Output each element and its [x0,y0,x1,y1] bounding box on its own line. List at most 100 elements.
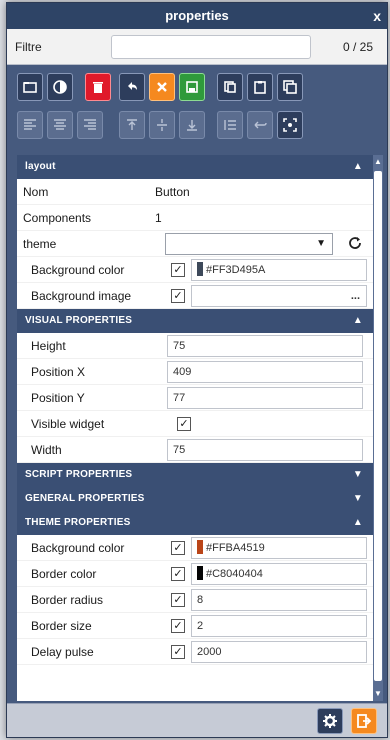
border-color-checkbox[interactable]: ✓ [171,567,185,581]
cancel-button[interactable] [149,73,175,101]
delay-pulse-value: 2000 [197,646,222,658]
wrap-button[interactable] [247,111,273,139]
prop-value: Button [155,185,190,199]
prop-row-border-radius: Border radius ✓ 8 [17,587,373,613]
section-layout-header[interactable]: layout ▲ [17,155,373,179]
prop-label: Position X [31,365,86,379]
section-theme-title: THEME PROPERTIES [25,517,131,528]
chevron-down-icon: ▼ [352,493,363,504]
contrast-button[interactable] [47,73,73,101]
exit-button[interactable] [351,708,377,734]
prop-label: Background color [31,541,125,555]
delay-pulse-checkbox[interactable]: ✓ [171,645,185,659]
duplicate-button[interactable] [277,73,303,101]
open-folder-button[interactable] [17,73,43,101]
chevron-up-icon: ▲ [352,315,363,326]
border-size-input[interactable]: 2 [191,615,367,637]
prop-label: Height [31,339,66,353]
bgimage-checkbox[interactable]: ✓ [171,289,185,303]
bgcolor-value: #FF3D495A [206,264,266,276]
cancel-icon [157,82,167,92]
scroll-down-icon[interactable]: ▼ [374,689,382,699]
prop-label: Border radius [31,593,104,607]
exit-icon [357,714,372,728]
toolbar-primary [7,73,387,103]
border-size-value: 2 [197,620,204,632]
theme-select[interactable]: ▼ [165,233,333,255]
align-center-button[interactable] [47,111,73,139]
more-icon[interactable]: ... [351,286,360,306]
toolbar-alignment [7,111,387,141]
delete-icon [93,82,103,93]
section-theme-header[interactable]: THEME PROPERTIES ▲ [17,511,373,535]
chevron-up-icon: ▲ [352,517,363,528]
section-script-header[interactable]: SCRIPT PROPERTIES ▼ [17,463,373,487]
align-left-button[interactable] [17,111,43,139]
align-middle-button[interactable] [149,111,175,139]
theme-bgcolor-checkbox[interactable]: ✓ [171,541,185,555]
width-input[interactable]: 75 [167,439,363,461]
copy-icon [224,81,236,93]
delay-pulse-input[interactable]: 2000 [191,641,367,663]
section-general-header[interactable]: GENERAL PROPERTIES ▼ [17,487,373,511]
color-swatch [197,566,203,580]
border-radius-checkbox[interactable]: ✓ [171,593,185,607]
filter-input[interactable] [111,35,311,59]
scroll-up-icon[interactable]: ▲ [374,157,382,167]
chevron-up-icon: ▲ [352,161,363,172]
position-x-input[interactable]: 409 [167,361,363,383]
chevron-down-icon: ▼ [316,238,326,249]
border-size-checkbox[interactable]: ✓ [171,619,185,633]
close-icon[interactable]: x [373,3,381,29]
undo-button[interactable] [119,73,145,101]
undo-icon [128,82,137,90]
width-value: 75 [173,444,186,456]
theme-bgcolor-field[interactable]: #FFBA4519 [191,537,367,559]
section-visual-title: VISUAL PROPERTIES [25,315,133,326]
border-radius-value: 8 [197,594,204,606]
prop-label: Delay pulse [31,645,94,659]
align-right-icon [84,119,96,130]
align-right-button[interactable] [77,111,103,139]
filter-count: 0 / 25 [342,40,373,54]
position-y-input[interactable]: 77 [167,387,363,409]
title-bar: properties x [7,3,387,29]
contrast-icon [53,80,67,94]
bgcolor-field[interactable]: #FF3D495A [191,259,367,281]
theme-bgcolor-value: #FFBA4519 [206,542,265,554]
copy-button[interactable] [217,73,243,101]
border-radius-input[interactable]: 8 [191,589,367,611]
prop-label: Nom [23,185,49,199]
paste-button[interactable] [247,73,273,101]
color-swatch [197,540,203,554]
property-panel: layout ▲ Nom Button Components 1 theme ▼… [17,155,373,701]
prop-row-height: Height 75 [17,333,373,359]
chevron-down-icon: ▼ [352,469,363,480]
save-button[interactable] [179,73,205,101]
visible-checkbox[interactable]: ✓ [177,417,191,431]
align-bottom-button[interactable] [179,111,205,139]
height-input[interactable]: 75 [167,335,363,357]
refresh-icon[interactable] [347,235,363,251]
fit-icon [283,118,297,132]
scroll-thumb[interactable] [374,171,382,681]
prop-row-bgcolor: Background color ✓ #FF3D495A [17,257,373,283]
prop-label: Border size [31,619,92,633]
bgimage-field[interactable]: ... [191,285,367,307]
align-top-button[interactable] [119,111,145,139]
prop-row-theme-bgcolor: Background color ✓ #FFBA4519 [17,535,373,561]
panel-scrollbar[interactable]: ▲ ▼ [373,155,383,701]
prop-row-position-y: Position Y 77 [17,385,373,411]
border-color-field[interactable]: #C8040404 [191,563,367,585]
fit-button[interactable] [277,111,303,139]
list-button[interactable] [217,111,243,139]
border-color-value: #C8040404 [206,568,263,580]
section-visual-header[interactable]: VISUAL PROPERTIES ▲ [17,309,373,333]
bgcolor-checkbox[interactable]: ✓ [171,263,185,277]
gear-icon [323,714,337,728]
position-y-value: 77 [173,392,186,404]
prop-label: Background image [31,289,132,303]
color-swatch [197,262,203,276]
settings-button[interactable] [317,708,343,734]
delete-button[interactable] [85,73,111,101]
